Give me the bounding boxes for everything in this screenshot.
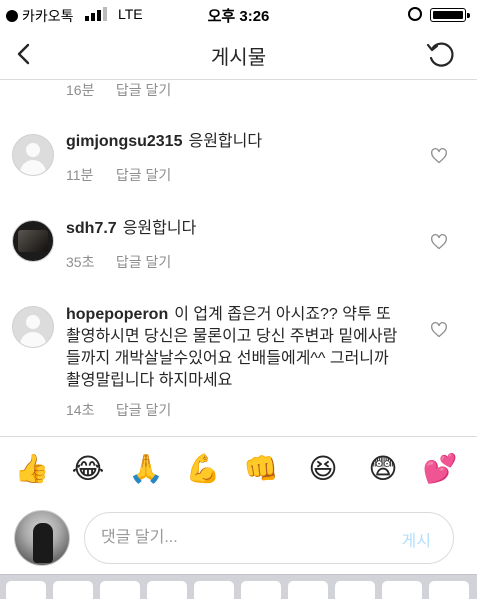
keyboard-key[interactable] [288,581,328,599]
comments-list: 16분 답글 달기 gimjongsu2315 응원합니다 11분 답글 달기 s… [0,80,477,436]
keyboard [0,574,477,599]
keyboard-key[interactable] [382,581,422,599]
keyboard-key[interactable] [53,581,93,599]
keyboard-key[interactable] [100,581,140,599]
comment-time: 11분 [66,167,94,183]
comment-body: 응원합니다 [122,220,197,237]
folded-hands-icon[interactable]: 🙏 [128,451,164,487]
fist-bump-icon[interactable]: 👊 [243,451,279,487]
two-hearts-icon[interactable]: 💕 [422,451,458,487]
flexed-biceps-icon[interactable]: 💪 [185,451,221,487]
comment-meta: 35초 답글 달기 [66,252,171,272]
comment-time: 16분 [66,82,95,98]
comment-username[interactable]: gimjongsu2315 [66,133,182,150]
comment-item: sdh7.7 응원합니다 35초 답글 달기 [0,210,477,280]
my-avatar [14,510,70,566]
keyboard-key[interactable] [6,581,46,599]
commenter-avatar[interactable] [12,134,54,176]
keyboard-key[interactable] [147,581,187,599]
comment-item: 16분 답글 달기 [0,80,477,100]
page-title: 게시물 [210,47,267,69]
comment-composer: 게시 [0,502,477,574]
post-button[interactable]: 게시 [402,527,431,551]
emoji-quick-bar: 👍 😂 🙏 💪 👊 😆 😨 💕 [0,436,477,502]
comment-username[interactable]: hopepoperon [66,306,168,323]
keyboard-key[interactable] [194,581,234,599]
reply-link[interactable]: 답글 달기 [116,254,171,270]
comment-meta: 16분 답글 달기 [66,80,171,100]
status-bar: 카카오톡 LTE 오후 3:26 [0,0,477,28]
commenter-avatar[interactable] [12,220,54,262]
like-heart-icon[interactable] [430,148,448,164]
keyboard-key[interactable] [335,581,375,599]
fearful-face-icon[interactable]: 😨 [365,451,401,487]
comment-input[interactable] [101,525,371,551]
status-time: 오후 3:26 [207,8,270,25]
chevron-left-icon [17,43,30,65]
comment-time: 14초 [66,402,95,418]
comment-item: hopepoperon 이 업계 좁은거 아시죠?? 약투 또 촬영하시면 당신은… [0,296,477,426]
battery-icon [430,8,470,22]
keyboard-key[interactable] [241,581,281,599]
comment-body: 응원합니다 [188,133,263,150]
tears-of-joy-icon[interactable]: 😂 [70,451,106,487]
reply-link[interactable]: 답글 달기 [116,82,171,98]
reply-link[interactable]: 답글 달기 [116,167,171,183]
commenter-avatar[interactable] [12,306,54,348]
comment-item: gimjongsu2315 응원합니다 11분 답글 달기 [0,124,477,194]
comment-text: sdh7.7 응원합니다 [66,218,406,240]
keyboard-key[interactable] [429,581,469,599]
refresh-icon [426,42,454,67]
comment-text: gimjongsu2315 응원합니다 [66,131,406,153]
comment-time: 35초 [66,254,95,270]
comment-text: hopepoperon 이 업계 좁은거 아시죠?? 약투 또 촬영하시면 당신은… [66,304,406,392]
thumbs-up-icon[interactable]: 👍 [14,451,50,487]
comment-meta: 14초 답글 달기 [66,400,171,420]
comment-input-box: 게시 [84,512,454,564]
post-header: 게시물 [0,28,477,80]
back-button[interactable] [8,36,44,72]
laughing-icon[interactable]: 😆 [305,451,341,487]
comment-username[interactable]: sdh7.7 [66,220,117,237]
like-heart-icon[interactable] [430,322,448,338]
refresh-button[interactable] [422,36,458,72]
comment-meta: 11분 답글 달기 [66,165,171,185]
orientation-lock-icon [408,7,422,21]
reply-link[interactable]: 답글 달기 [116,402,171,418]
like-heart-icon[interactable] [430,234,448,250]
